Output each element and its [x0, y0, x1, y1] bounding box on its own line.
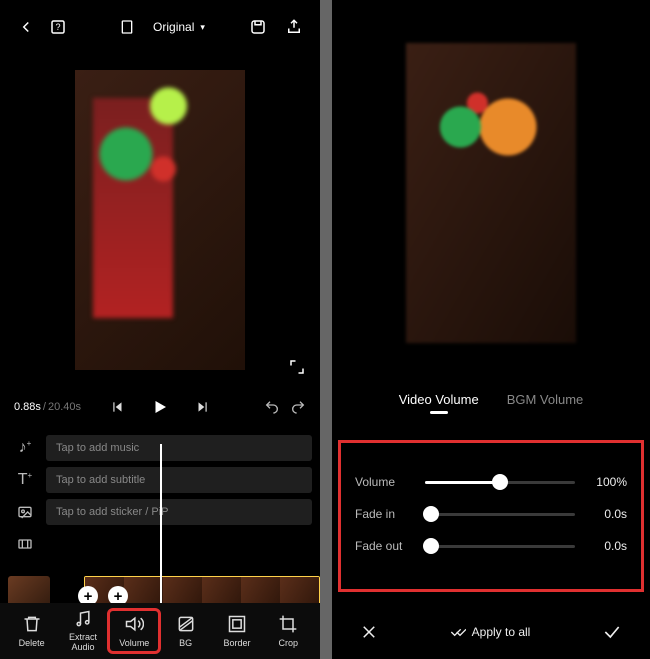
apply-label: Apply to all — [472, 625, 531, 639]
aspect-label[interactable]: Original — [153, 20, 194, 34]
volume-slider[interactable] — [425, 481, 575, 484]
top-bar: ? Original ▾ — [0, 0, 320, 54]
prev-frame-icon[interactable] — [111, 398, 125, 416]
tool-label: Crop — [279, 638, 299, 648]
fadein-value: 0.0s — [587, 507, 627, 521]
video-track-icon — [14, 536, 36, 552]
tab-label: Video Volume — [399, 392, 479, 407]
fadein-label: Fade in — [355, 507, 413, 521]
preview-area — [332, 0, 650, 386]
tab-label: BGM Volume — [507, 392, 584, 407]
tool-label: Border — [223, 638, 250, 648]
next-frame-icon[interactable] — [195, 398, 209, 416]
volume-tabs: Video Volume BGM Volume — [332, 386, 650, 416]
help-icon[interactable]: ? — [46, 15, 70, 39]
back-icon[interactable] — [14, 15, 38, 39]
export-icon[interactable] — [282, 15, 306, 39]
tool-border[interactable]: Border — [212, 610, 262, 652]
video-preview[interactable] — [406, 43, 576, 343]
volume-label: Volume — [355, 475, 413, 489]
apply-to-all-button[interactable]: Apply to all — [450, 624, 531, 640]
tool-bg[interactable]: BG — [161, 610, 211, 652]
row-volume: Volume 100% — [355, 475, 627, 489]
tool-extract-audio[interactable]: Extract Audio — [58, 605, 108, 657]
tool-label: Volume — [119, 638, 149, 648]
volume-panel-screen: Video Volume BGM Volume Volume 100% Fade… — [332, 0, 650, 659]
fadein-slider[interactable] — [425, 513, 575, 516]
music-icon: ♪+ — [14, 439, 36, 457]
tool-label: BG — [179, 638, 192, 648]
play-icon[interactable] — [151, 398, 169, 416]
aspect-chevron-icon[interactable]: ▾ — [200, 22, 205, 33]
add-music-button[interactable]: Tap to add music — [46, 435, 312, 461]
svg-text:?: ? — [55, 22, 60, 32]
editor-screen: ? Original ▾ 0.88s / 20.40s — [0, 0, 320, 659]
row-fadein: Fade in 0.0s — [355, 507, 627, 521]
subtitle-icon: T+ — [14, 471, 36, 489]
video-preview[interactable] — [75, 70, 245, 370]
fadeout-slider[interactable] — [425, 545, 575, 548]
tab-bgm-volume[interactable]: BGM Volume — [507, 392, 584, 414]
cancel-icon[interactable] — [360, 623, 378, 641]
fullscreen-icon[interactable] — [288, 358, 306, 376]
volume-controls: Volume 100% Fade in 0.0s Fade out 0.0s — [338, 440, 644, 592]
fadeout-value: 0.0s — [587, 539, 627, 553]
tool-label: Extract Audio — [58, 633, 108, 653]
aspect-icon[interactable] — [115, 15, 139, 39]
add-sticker-button[interactable]: Tap to add sticker / PiP — [46, 499, 312, 525]
confirm-icon[interactable] — [602, 622, 622, 642]
volume-value: 100% — [587, 475, 627, 489]
sticker-icon — [14, 504, 36, 520]
tool-label: Delete — [19, 638, 45, 648]
check-all-icon — [450, 624, 466, 640]
row-fadeout: Fade out 0.0s — [355, 539, 627, 553]
preview-area — [0, 54, 320, 386]
add-subtitle-button[interactable]: Tap to add subtitle — [46, 467, 312, 493]
fadeout-label: Fade out — [355, 539, 413, 553]
tool-volume[interactable]: Volume — [109, 610, 159, 652]
tool-crop[interactable]: Crop — [263, 610, 313, 652]
bottom-toolbar: Delete Extract Audio Volume BG Border Cr… — [0, 603, 320, 659]
tab-indicator — [430, 411, 448, 414]
save-icon[interactable] — [246, 15, 270, 39]
panel-bottom-bar: Apply to all — [332, 605, 650, 659]
transport-bar: 0.88s / 20.40s — [0, 386, 320, 428]
tool-delete[interactable]: Delete — [7, 610, 57, 652]
tab-video-volume[interactable]: Video Volume — [399, 392, 479, 414]
